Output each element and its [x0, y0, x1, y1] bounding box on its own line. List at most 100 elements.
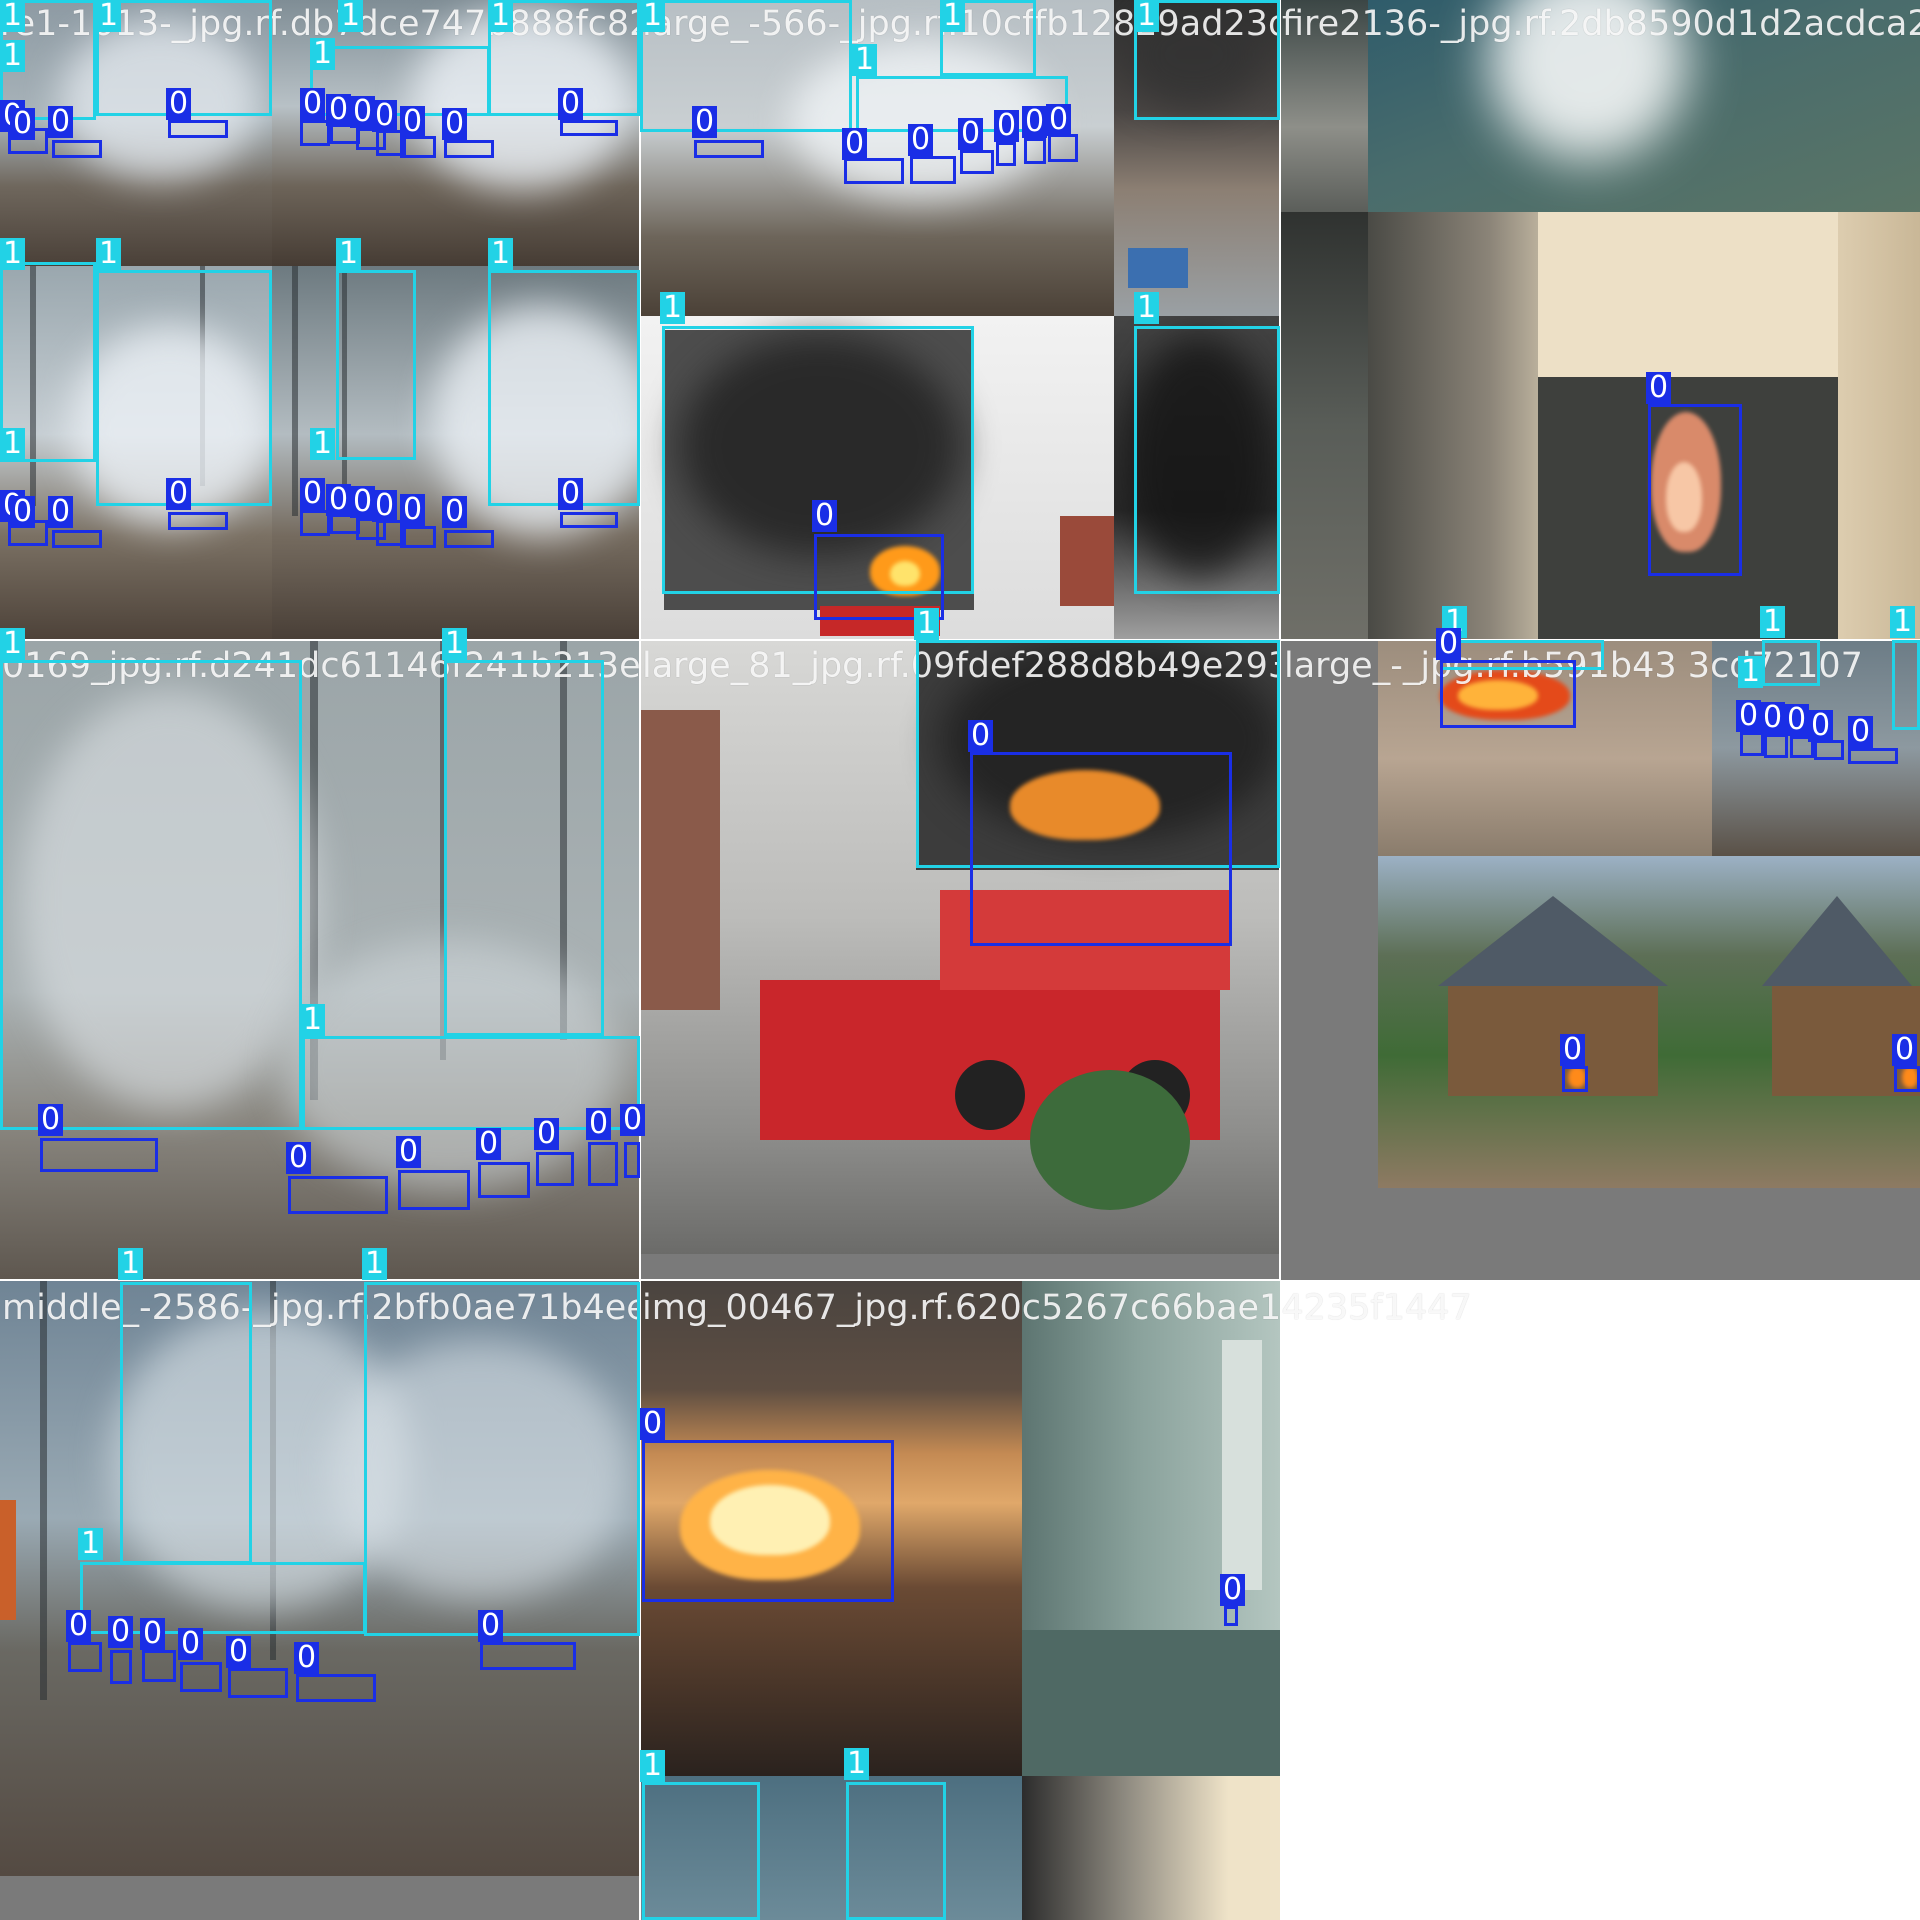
bbox-label-fire: 0: [442, 108, 468, 140]
bbox-label-fire: 0: [48, 106, 74, 138]
bbox-label-fire: 0: [372, 100, 398, 132]
bbox-fire: [52, 140, 102, 158]
bbox-label-smoke: 1: [338, 0, 364, 32]
bbox-fire: [910, 156, 956, 184]
bbox-label-fire: 0: [908, 124, 934, 156]
bbox-fire: [68, 1642, 102, 1672]
photo-patio-firepit-b: [1712, 856, 1920, 1188]
bbox-label-smoke: 1: [1738, 656, 1764, 688]
bbox-fire: [588, 1142, 618, 1186]
bbox-label-fire: 0: [994, 110, 1020, 142]
bbox-label-fire: 0: [1808, 710, 1834, 742]
bbox-fire: [444, 140, 494, 158]
bbox-label-smoke: 1: [0, 428, 26, 460]
bbox-fire: [480, 1642, 576, 1670]
bbox-fire: [1024, 138, 1046, 164]
photo-kitchen-stove-fire: [1368, 212, 1920, 640]
bbox-label-fire: 0: [442, 496, 468, 528]
bbox-label-smoke: 1: [0, 40, 26, 72]
photo-patio-firepit-a: [1378, 856, 1712, 1188]
bbox-label-fire: 0: [286, 1142, 312, 1174]
bbox-fire: [444, 530, 494, 548]
bbox-smoke: [96, 270, 272, 506]
bbox-fire: [400, 526, 436, 548]
bbox-label-smoke: 1: [78, 1528, 104, 1560]
bbox-label-fire: 0: [1022, 106, 1048, 138]
bbox-label-smoke: 1: [660, 292, 686, 324]
bbox-label-fire: 0: [968, 720, 994, 752]
bbox-label-fire: 0: [1848, 716, 1874, 748]
bbox-label-fire: 0: [534, 1118, 560, 1150]
bbox-fire: [40, 1138, 158, 1172]
bbox-label-fire: 0: [178, 1628, 204, 1660]
bbox-label-fire: 0: [326, 484, 352, 516]
bbox-fire: [560, 512, 618, 528]
bbox-smoke: [1762, 640, 1820, 686]
bbox-smoke: [1134, 326, 1280, 594]
bbox-fire: [296, 1674, 376, 1702]
bbox-label-fire: 0: [400, 106, 426, 138]
bbox-smoke: [846, 1782, 946, 1920]
bbox-label-smoke: 1: [0, 238, 26, 270]
bbox-fire: [624, 1142, 640, 1178]
bbox-label-smoke: 1: [336, 238, 362, 270]
bbox-label-fire: 0: [140, 1618, 166, 1650]
bbox-fire: [1814, 740, 1844, 760]
bbox-label-fire: 0: [1046, 104, 1072, 136]
bbox-smoke: [488, 270, 640, 506]
bbox-label-fire: 0: [1220, 1574, 1246, 1606]
bbox-label-smoke: 1: [914, 608, 940, 640]
bbox-label-smoke: 1: [488, 0, 514, 32]
bbox-fire: [536, 1152, 574, 1186]
bbox-fire: [52, 530, 102, 548]
bbox-fire: [1048, 134, 1078, 162]
bbox-label-fire: 0: [1760, 702, 1786, 734]
bbox-label-fire: 0: [842, 128, 868, 160]
bbox-label-fire: 0: [38, 1104, 64, 1136]
bbox-label-fire: 0: [226, 1636, 252, 1668]
bbox-fire: [560, 120, 618, 136]
tile-separator: [0, 1279, 1280, 1281]
bbox-label-smoke: 1: [1134, 0, 1160, 32]
bbox-label-smoke: 1: [0, 0, 26, 32]
bbox-fire: [398, 1170, 470, 1210]
bbox-smoke: [1892, 640, 1920, 730]
bbox-label-smoke: 1: [310, 38, 336, 70]
bbox-label-smoke: 1: [1134, 292, 1160, 324]
bbox-label-smoke: 1: [310, 428, 336, 460]
bbox-fire: [168, 512, 228, 530]
bbox-fire: [288, 1176, 388, 1214]
bbox-fire: [1764, 734, 1788, 758]
bbox-fire: [400, 136, 436, 158]
bbox-fire: [844, 158, 904, 184]
bbox-label-fire: 0: [692, 106, 718, 138]
bbox-fire: [1740, 732, 1764, 756]
bbox-label-smoke: 1: [442, 628, 468, 660]
filler-strip: [0, 1876, 640, 1920]
bbox-fire: [642, 1440, 894, 1602]
bbox-label-fire: 0: [812, 500, 838, 532]
bbox-label-fire: 0: [300, 88, 326, 120]
bbox-fire: [1224, 1606, 1238, 1626]
bbox-label-smoke: 1: [300, 1004, 326, 1036]
bbox-label-fire: 0: [478, 1610, 504, 1642]
bbox-label-smoke: 1: [96, 238, 122, 270]
bbox-label-smoke: 1: [640, 1750, 666, 1782]
bbox-label-fire: 0: [108, 1616, 134, 1648]
bbox-label-fire: 0: [1436, 628, 1462, 660]
bbox-smoke: [120, 1282, 252, 1564]
bbox-label-fire: 0: [1646, 372, 1672, 404]
bbox-label-fire: 0: [586, 1108, 612, 1140]
bbox-fire: [694, 140, 764, 158]
bbox-fire: [1848, 748, 1898, 764]
bbox-label-fire: 0: [326, 94, 352, 126]
bbox-smoke: [640, 0, 852, 132]
bbox-fire: [1562, 1066, 1588, 1092]
bbox-fire: [110, 1650, 132, 1684]
filler-strip: [640, 1254, 1280, 1280]
bbox-label-smoke: 1: [844, 1748, 870, 1780]
bbox-label-smoke: 1: [362, 1248, 388, 1280]
bbox-label-smoke: 1: [1890, 606, 1916, 638]
bbox-label-fire: 0: [294, 1642, 320, 1674]
bbox-smoke: [336, 270, 416, 460]
